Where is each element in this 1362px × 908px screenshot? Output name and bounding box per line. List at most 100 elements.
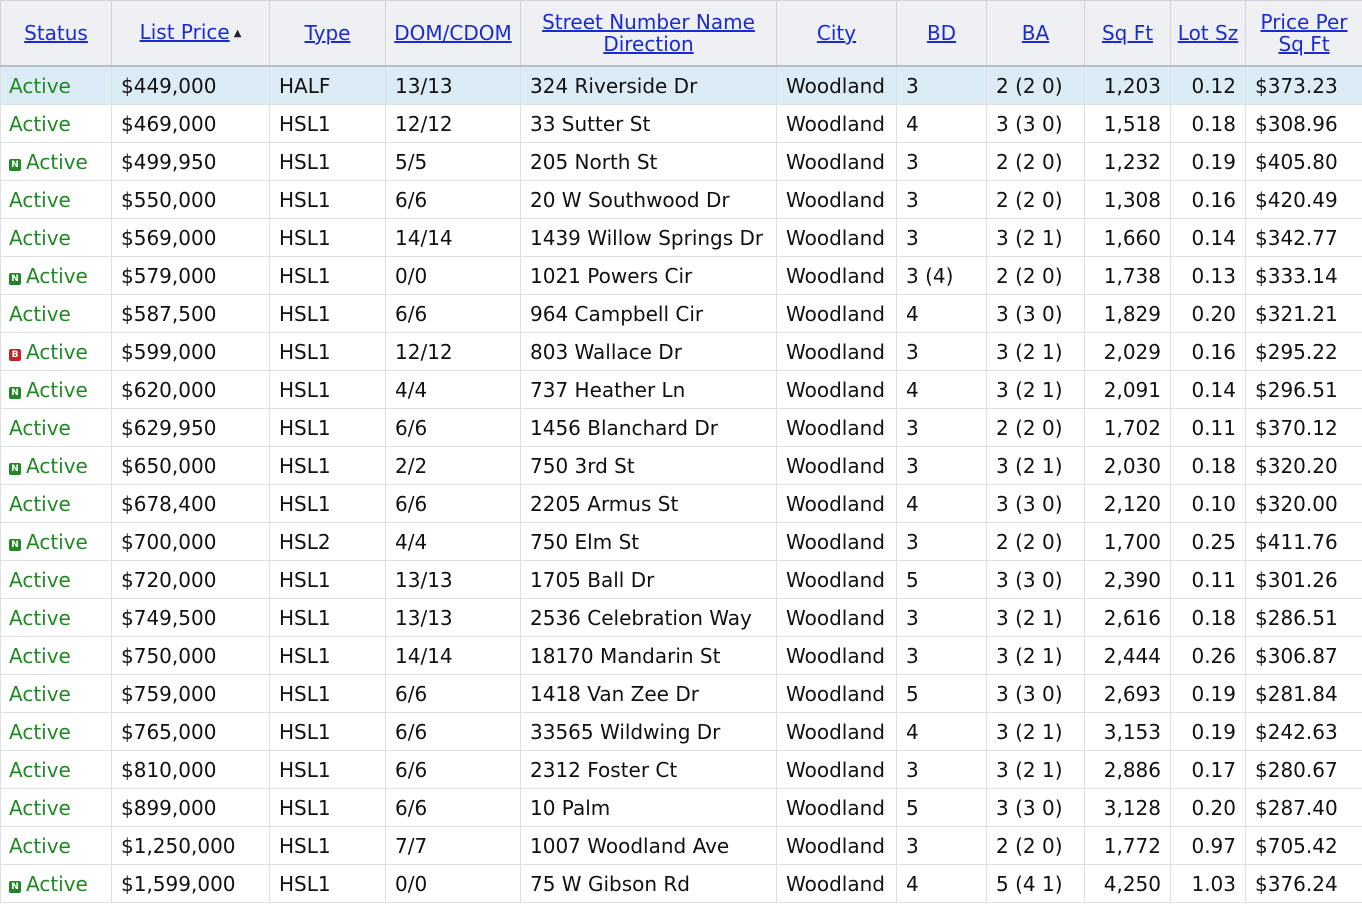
table-row[interactable]: N Active $700,000 HSL2 4/4 750 Elm St Woodland… [0, 522, 1362, 561]
sort-by-status-link[interactable]: Status [24, 21, 88, 45]
table-row[interactable]: Active $569,000 HSL1 14/14 1439 Willow Sprin… [0, 218, 1362, 257]
square-feet-cell: 1,738 [1084, 256, 1171, 295]
sort-up-icon[interactable]: ▲ [234, 28, 242, 39]
bathrooms-cell: 3 (2 1) [986, 750, 1085, 789]
status-cell: Active [0, 218, 112, 257]
sort-by-city-link[interactable]: City [817, 21, 856, 45]
table-row[interactable]: B Active $599,000 HSL1 12/12 803 Wallace Dr Wo… [0, 332, 1362, 371]
table-row[interactable]: N Active $579,000 HSL1 0/0 1021 Powers Cir Woo… [0, 256, 1362, 295]
sort-by-bedrooms-link[interactable]: BD [927, 21, 956, 45]
table-row[interactable]: N Active $1,599,000 HSL1 0/0 75 W Gibson Rd Wo… [0, 864, 1362, 903]
price-per-sqft-cell: $286.51 [1245, 598, 1362, 637]
sort-by-bathrooms-link[interactable]: BA [1022, 21, 1049, 45]
table-row[interactable]: Active $759,000 HSL1 6/6 1418 Van Zee Dr Wood… [0, 674, 1362, 713]
bedrooms-cell: 3 [896, 522, 987, 561]
status-cell: Active [0, 712, 112, 751]
table-row[interactable]: Active $449,000 HALF 13/13 324 Riverside Dr W… [0, 65, 1362, 105]
table-row[interactable]: Active $550,000 HSL1 6/6 20 W Southwood Dr Wo… [0, 180, 1362, 219]
property-type-cell: HSL1 [269, 712, 386, 751]
price-per-sqft-cell: $280.67 [1245, 750, 1362, 789]
lot-size-cell: 0.10 [1170, 484, 1246, 523]
column-header-price-per-sqft: Price Per Sq Ft [1245, 0, 1362, 67]
sort-by-list-price-link[interactable]: List Price [140, 20, 230, 44]
status-label: Active [9, 491, 71, 516]
price-per-sqft-cell: $333.14 [1245, 256, 1362, 295]
table-row[interactable]: Active $810,000 HSL1 6/6 2312 Foster Ct Woodl… [0, 750, 1362, 789]
bedrooms-cell: 4 [896, 484, 987, 523]
sort-by-square-feet-link[interactable]: Sq Ft [1102, 21, 1153, 45]
street-address-cell: 2536 Celebration Way [520, 598, 777, 637]
status-cell: Active [0, 826, 112, 865]
table-row[interactable]: N Active $499,950 HSL1 5/5 205 North St Woodla… [0, 142, 1362, 181]
table-row[interactable]: Active $678,400 HSL1 6/6 2205 Armus St Woodla… [0, 484, 1362, 523]
table-row[interactable]: Active $899,000 HSL1 6/6 10 Palm Woodland 5 3 (… [0, 788, 1362, 827]
property-type-cell: HSL1 [269, 370, 386, 409]
property-type-cell: HSL1 [269, 408, 386, 447]
sort-by-price-per-sqft-link[interactable]: Price Per Sq Ft [1260, 10, 1347, 56]
price-per-sqft-cell: $242.63 [1245, 712, 1362, 751]
bathrooms-cell: 2 (2 0) [986, 256, 1085, 295]
list-price-cell: $599,000 [111, 332, 270, 371]
street-address-cell: 33565 Wildwing Dr [520, 712, 777, 751]
list-price-cell: $810,000 [111, 750, 270, 789]
price-per-sqft-cell: $308.96 [1245, 104, 1362, 143]
square-feet-cell: 1,660 [1084, 218, 1171, 257]
dom-cdom-cell: 4/4 [385, 522, 521, 561]
table-row[interactable]: Active $749,500 HSL1 13/13 2536 Celebration … [0, 598, 1362, 637]
sort-by-dom-cdom-link[interactable]: DOM/CDOM [394, 21, 512, 45]
status-label: Active [26, 263, 88, 288]
list-price-cell: $469,000 [111, 104, 270, 143]
property-type-cell: HSL1 [269, 788, 386, 827]
table-row[interactable]: Active $629,950 HSL1 6/6 1456 Blanchard Dr Wo… [0, 408, 1362, 447]
property-type-cell: HSL1 [269, 864, 386, 903]
status-cell: Active [0, 294, 112, 333]
city-cell: Woodland [776, 826, 897, 865]
property-type-cell: HSL2 [269, 522, 386, 561]
lot-size-cell: 0.26 [1170, 636, 1246, 675]
price-per-sqft-cell: $287.40 [1245, 788, 1362, 827]
table-row[interactable]: Active $720,000 HSL1 13/13 1705 Ball Dr Woodl… [0, 560, 1362, 599]
square-feet-cell: 1,232 [1084, 142, 1171, 181]
list-price-cell: $579,000 [111, 256, 270, 295]
table-row[interactable]: N Active $620,000 HSL1 4/4 737 Heather Ln Wood… [0, 370, 1362, 409]
bedrooms-cell: 3 [896, 65, 987, 105]
column-header-dom-cdom: DOM/CDOM [385, 0, 521, 67]
list-price-cell: $1,250,000 [111, 826, 270, 865]
property-type-cell: HSL1 [269, 560, 386, 599]
lot-size-cell: 0.19 [1170, 674, 1246, 713]
column-header-type: Type [269, 0, 386, 67]
table-row[interactable]: Active $1,250,000 HSL1 7/7 1007 Woodland Ave… [0, 826, 1362, 865]
table-row[interactable]: Active $587,500 HSL1 6/6 964 Campbell Cir Woo… [0, 294, 1362, 333]
list-price-cell: $678,400 [111, 484, 270, 523]
bedrooms-cell: 3 [896, 408, 987, 447]
table-row[interactable]: Active $469,000 HSL1 12/12 33 Sutter St Woodl… [0, 104, 1362, 143]
list-price-cell: $749,500 [111, 598, 270, 637]
street-address-cell: 1439 Willow Springs Dr [520, 218, 777, 257]
sort-by-lot-size-link[interactable]: Lot Sz [1178, 21, 1238, 45]
lot-size-cell: 0.16 [1170, 332, 1246, 371]
table-row[interactable]: N Active $650,000 HSL1 2/2 750 3rd St Woodland… [0, 446, 1362, 485]
street-address-cell: 75 W Gibson Rd [520, 864, 777, 903]
city-cell: Woodland [776, 218, 897, 257]
status-label: Active [26, 339, 88, 364]
street-address-cell: 205 North St [520, 142, 777, 181]
dom-cdom-cell: 6/6 [385, 484, 521, 523]
sort-by-street-address-link[interactable]: Street Number Name Direction [542, 10, 755, 56]
sort-by-type-link[interactable]: Type [305, 21, 351, 45]
lot-size-cell: 0.14 [1170, 218, 1246, 257]
square-feet-cell: 2,616 [1084, 598, 1171, 637]
price-per-sqft-cell: $296.51 [1245, 370, 1362, 409]
square-feet-cell: 2,693 [1084, 674, 1171, 713]
table-row[interactable]: Active $765,000 HSL1 6/6 33565 Wildwing Dr Wo… [0, 712, 1362, 751]
property-type-cell: HSL1 [269, 104, 386, 143]
square-feet-cell: 2,390 [1084, 560, 1171, 599]
street-address-cell: 1705 Ball Dr [520, 560, 777, 599]
bathrooms-cell: 3 (3 0) [986, 484, 1085, 523]
table-header: Status List Price ▲ Type DOM/CDOM Street … [0, 0, 1362, 67]
table-row[interactable]: Active $750,000 HSL1 14/14 18170 Mandarin St… [0, 636, 1362, 675]
property-type-cell: HSL1 [269, 332, 386, 371]
square-feet-cell: 1,829 [1084, 294, 1171, 333]
bathrooms-cell: 2 (2 0) [986, 408, 1085, 447]
column-header-lot-size: Lot Sz [1170, 0, 1246, 67]
property-type-cell: HSL1 [269, 256, 386, 295]
